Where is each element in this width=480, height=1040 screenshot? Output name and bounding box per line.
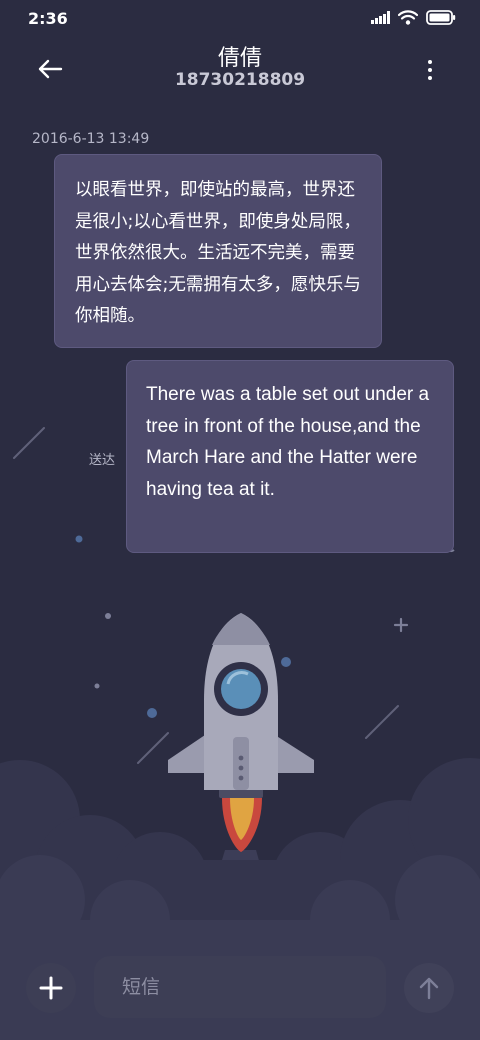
- signal-icon: [371, 11, 390, 24]
- plus-icon: [39, 976, 63, 1000]
- message-text: 以眼看世界，即使站的最高，世界还是很小;以心看世界，即使身处局限，世界依然很大。…: [75, 180, 361, 326]
- message-timestamp: 2016-6-13 13:49: [32, 131, 150, 147]
- contact-number: 18730218809: [174, 70, 306, 90]
- conversation-header: 倩倩 18730218809: [0, 38, 480, 98]
- add-attachment-button[interactable]: [26, 963, 76, 1013]
- message-input[interactable]: [94, 956, 386, 1018]
- compose-bar: [0, 948, 480, 1028]
- outgoing-message-bubble[interactable]: There was a table set out under a tree i…: [126, 360, 454, 553]
- incoming-message-bubble[interactable]: 以眼看世界，即使站的最高，世界还是很小;以心看世界，即使身处局限，世界依然很大。…: [54, 154, 382, 348]
- status-bar: 2:36: [0, 0, 480, 38]
- status-icons: [371, 10, 456, 25]
- message-text: There was a table set out under a tree i…: [146, 384, 430, 500]
- more-options-button[interactable]: [418, 56, 442, 84]
- send-button[interactable]: [404, 963, 454, 1013]
- battery-icon: [426, 10, 456, 25]
- more-vertical-icon: [428, 60, 432, 64]
- arrow-up-icon: [419, 977, 439, 1000]
- status-time: 2:36: [28, 9, 68, 28]
- rocket-icon: [168, 613, 314, 852]
- wifi-icon: [398, 10, 418, 25]
- delivery-status: 送达: [89, 453, 116, 468]
- contact-name: 倩倩: [217, 46, 262, 71]
